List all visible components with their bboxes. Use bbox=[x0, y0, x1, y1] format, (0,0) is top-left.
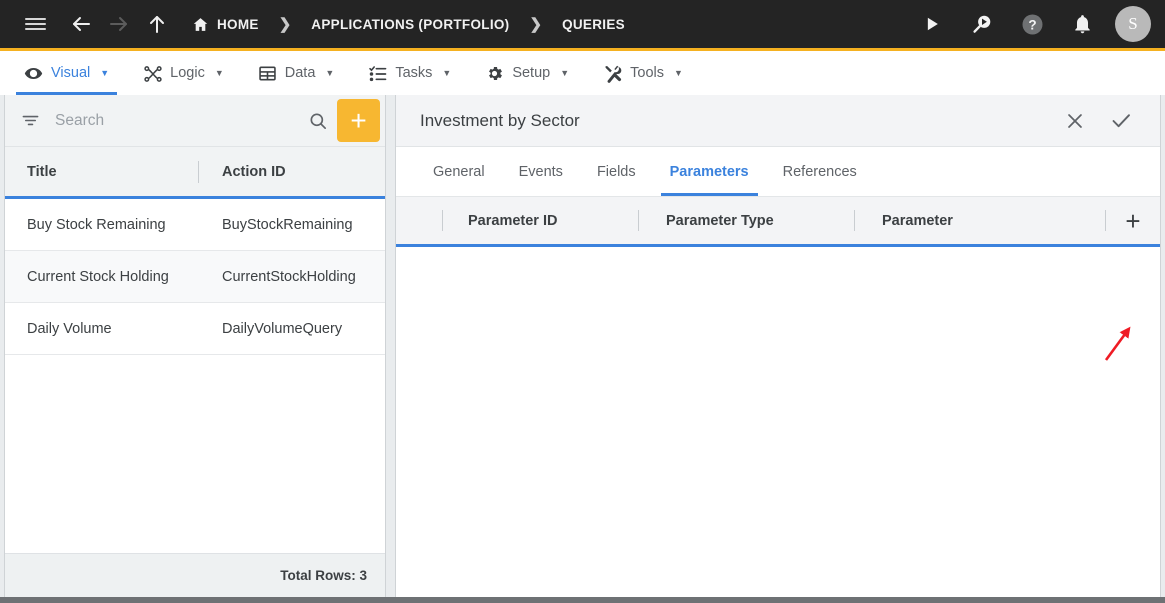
filter-icon[interactable] bbox=[17, 111, 43, 130]
hamburger-menu-icon[interactable] bbox=[16, 0, 54, 48]
queries-list-panel: + Title Action ID Buy Stock Remaining Bu… bbox=[4, 95, 386, 597]
column-header-parameter[interactable]: Parameter bbox=[855, 213, 1105, 229]
parameters-table-header: Parameter ID Parameter Type Parameter + bbox=[396, 197, 1160, 247]
avatar[interactable]: S bbox=[1115, 6, 1151, 42]
table-row[interactable]: Current Stock Holding CurrentStockHoldin… bbox=[5, 251, 385, 303]
query-detail-panel: Investment by Sector General Events Fiel… bbox=[395, 95, 1161, 597]
cell-action-id: CurrentStockHolding bbox=[222, 268, 356, 285]
chevron-down-icon: ▼ bbox=[442, 68, 452, 78]
cell-title: Current Stock Holding bbox=[27, 268, 169, 285]
tab-events[interactable]: Events bbox=[506, 148, 576, 196]
breadcrumb-label: APPLICATIONS (PORTFOLIO) bbox=[311, 16, 510, 32]
check-icon[interactable] bbox=[1098, 98, 1144, 144]
run-icon[interactable] bbox=[909, 0, 955, 48]
close-icon[interactable] bbox=[1052, 98, 1098, 144]
active-tab-underline bbox=[660, 193, 758, 196]
parameters-table-body bbox=[396, 247, 1160, 597]
content-area: + Title Action ID Buy Stock Remaining Bu… bbox=[0, 95, 1165, 603]
table-row[interactable]: Daily Volume DailyVolumeQuery bbox=[5, 303, 385, 355]
search-icon[interactable] bbox=[299, 111, 337, 131]
table-row[interactable]: Buy Stock Remaining BuyStockRemaining bbox=[5, 199, 385, 251]
cell-title: Daily Volume bbox=[27, 320, 112, 337]
tab-label: Fields bbox=[596, 164, 636, 180]
add-parameter-button[interactable]: + bbox=[1106, 208, 1160, 234]
up-arrow-icon[interactable] bbox=[138, 0, 176, 48]
application-window: HOME ❯ APPLICATIONS (PORTFOLIO) ❯ QUERIE… bbox=[0, 0, 1165, 603]
menu-item-tasks[interactable]: Tasks ▼ bbox=[354, 51, 465, 95]
tab-general[interactable]: General bbox=[420, 148, 498, 196]
svg-text:?: ? bbox=[1028, 17, 1036, 32]
menu-item-label: Setup bbox=[512, 65, 551, 81]
column-header-parameter-type[interactable]: Parameter Type bbox=[639, 213, 854, 229]
tab-parameters[interactable]: Parameters bbox=[657, 148, 762, 196]
forward-arrow-icon[interactable] bbox=[100, 0, 138, 48]
breadcrumb: HOME ❯ APPLICATIONS (PORTFOLIO) ❯ QUERIE… bbox=[190, 15, 627, 33]
window-bottom-edge bbox=[0, 597, 1165, 603]
chevron-down-icon: ▼ bbox=[674, 68, 683, 78]
column-header-action-id[interactable]: Action ID bbox=[199, 147, 385, 196]
menu-item-label: Tools bbox=[630, 65, 664, 81]
detail-tabs: General Events Fields Parameters Referen… bbox=[396, 147, 1160, 197]
menu-item-logic[interactable]: Logic ▼ bbox=[129, 51, 238, 95]
chevron-down-icon: ▼ bbox=[214, 68, 224, 78]
menu-item-label: Logic bbox=[170, 65, 205, 81]
application-menu-bar: Visual ▼ Logic ▼ Data ▼ Tasks ▼ Setup ▼ … bbox=[0, 48, 1165, 134]
help-icon[interactable]: ? bbox=[1009, 0, 1055, 48]
notifications-icon[interactable] bbox=[1059, 0, 1105, 48]
gear-icon bbox=[485, 64, 504, 83]
column-header-title[interactable]: Title bbox=[5, 147, 198, 196]
top-navigation-bar: HOME ❯ APPLICATIONS (PORTFOLIO) ❯ QUERIE… bbox=[0, 0, 1165, 48]
home-icon bbox=[192, 16, 209, 33]
menu-item-label: Tasks bbox=[395, 65, 433, 81]
total-rows-label: Total Rows: 3 bbox=[5, 553, 385, 597]
tab-label: References bbox=[782, 164, 857, 180]
checklist-icon bbox=[368, 64, 387, 83]
top-bar-actions: ? S bbox=[909, 0, 1155, 48]
chevron-down-icon: ▼ bbox=[560, 68, 570, 78]
search-bar: + bbox=[5, 95, 385, 147]
menu-item-visual[interactable]: Visual ▼ bbox=[10, 51, 123, 95]
table-grid-icon bbox=[258, 64, 277, 83]
cell-title: Buy Stock Remaining bbox=[27, 216, 166, 233]
column-header-parameter-id[interactable]: Parameter ID bbox=[443, 213, 638, 229]
breadcrumb-item-home[interactable]: HOME bbox=[190, 16, 261, 33]
menu-item-tools[interactable]: Tools ▼ bbox=[589, 51, 697, 95]
breadcrumb-separator: ❯ bbox=[278, 16, 292, 33]
menu-item-setup[interactable]: Setup ▼ bbox=[471, 51, 583, 95]
tab-label: Events bbox=[518, 164, 563, 180]
breadcrumb-item-queries[interactable]: QUERIES bbox=[560, 17, 627, 32]
chevron-down-icon: ▼ bbox=[325, 68, 335, 78]
detail-header: Investment by Sector bbox=[396, 95, 1160, 147]
cell-action-id: BuyStockRemaining bbox=[222, 216, 353, 233]
menu-item-data[interactable]: Data ▼ bbox=[244, 51, 349, 95]
chevron-down-icon: ▼ bbox=[100, 68, 110, 78]
back-arrow-icon[interactable] bbox=[62, 0, 100, 48]
breadcrumb-label: QUERIES bbox=[562, 16, 625, 32]
debug-search-icon[interactable] bbox=[959, 0, 1005, 48]
tab-label: General bbox=[433, 164, 485, 180]
breadcrumb-label: HOME bbox=[217, 16, 259, 32]
tab-label: Parameters bbox=[669, 164, 749, 180]
page-title: Investment by Sector bbox=[420, 110, 580, 130]
breadcrumb-item-applications[interactable]: APPLICATIONS (PORTFOLIO) bbox=[309, 17, 511, 32]
cell-action-id: DailyVolumeQuery bbox=[222, 320, 343, 337]
menu-item-label: Visual bbox=[51, 65, 91, 81]
queries-table-header: Title Action ID bbox=[5, 147, 385, 199]
search-input[interactable] bbox=[43, 111, 299, 130]
breadcrumb-separator: ❯ bbox=[529, 16, 543, 33]
add-query-button[interactable]: + bbox=[337, 99, 380, 142]
eye-icon bbox=[24, 64, 43, 83]
menu-item-label: Data bbox=[284, 65, 316, 81]
tab-fields[interactable]: Fields bbox=[584, 148, 649, 196]
logic-nodes-icon bbox=[143, 64, 162, 83]
tools-icon bbox=[603, 64, 622, 83]
tab-references[interactable]: References bbox=[770, 148, 870, 196]
queries-table-body: Buy Stock Remaining BuyStockRemaining Cu… bbox=[5, 199, 385, 553]
